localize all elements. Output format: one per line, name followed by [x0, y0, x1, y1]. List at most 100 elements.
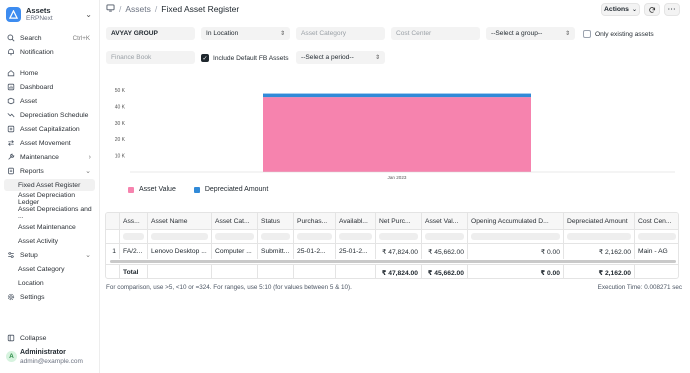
table-row[interactable]: 1 FA/2... Lenovo Desktop ... Computer ... Su…	[106, 244, 678, 259]
bar-asset-value[interactable]	[263, 97, 531, 172]
sidebar-item-label: Setup	[20, 251, 38, 259]
desktop-icon[interactable]	[106, 4, 115, 14]
sidebar-item-reports[interactable]: Reports ⌄	[4, 165, 95, 177]
sidebar-item-asset-movement[interactable]: Asset Movement	[4, 137, 95, 149]
sidebar-item-asset-category[interactable]: Asset Category	[4, 263, 95, 275]
table-cell[interactable]: 25-01-2...	[336, 244, 376, 259]
sidebar-item-asset-activity[interactable]: Asset Activity	[4, 235, 95, 247]
legend-swatch-depreciated-amount	[193, 186, 200, 193]
horizontal-scrollbar[interactable]	[110, 260, 676, 263]
breadcrumb-assets[interactable]: Assets	[125, 4, 151, 14]
column-header[interactable]: Asset Cat...	[212, 213, 258, 229]
y-tick-label: 10 K	[115, 154, 126, 160]
chevron-down-icon: ⌄	[85, 252, 91, 259]
more-options-button[interactable]: ···	[664, 3, 680, 16]
company-field[interactable]: AVYAY GROUP	[106, 27, 195, 40]
filter-input-pill[interactable]	[215, 233, 254, 240]
app-switcher[interactable]: Assets ERPNext ⌄	[6, 5, 94, 25]
sidebar-item-depreciation-schedule[interactable]: Depreciation Schedule	[4, 109, 95, 121]
check-icon: ✓	[201, 54, 209, 62]
sidebar-item-label: Asset Activity	[18, 237, 59, 245]
finance-book-field[interactable]: Finance Book	[106, 51, 195, 64]
filter-input-pill[interactable]	[471, 233, 560, 240]
sidebar-item-dashboard[interactable]: Dashboard	[4, 81, 95, 93]
filter-input-pill[interactable]	[151, 233, 208, 240]
column-filter-input[interactable]	[212, 230, 258, 243]
cost-center-field[interactable]: Cost Center	[391, 27, 480, 40]
table-cell[interactable]: Submitt...	[258, 244, 294, 259]
user-menu[interactable]: A Administrator admin@example.com	[6, 347, 96, 369]
sidebar-item-maintenance[interactable]: Maintenance ›	[4, 151, 95, 163]
sidebar-notification[interactable]: Notification	[4, 46, 95, 58]
column-filter-input[interactable]	[148, 230, 212, 243]
column-header[interactable]: Asset Name	[148, 213, 212, 229]
filter-hint: For comparison, use >5, <10 or =324. For…	[106, 284, 352, 291]
table-cell[interactable]: ₹ 47,824.00	[376, 244, 422, 259]
filter-input-pill[interactable]	[379, 233, 418, 240]
column-header[interactable]: Purchas...	[294, 213, 336, 229]
filter-input-pill[interactable]	[638, 233, 676, 240]
table-cell[interactable]: FA/2...	[120, 244, 148, 259]
user-name: Administrator	[20, 349, 66, 356]
column-filter-input[interactable]	[294, 230, 336, 243]
bar-depreciated-amount[interactable]	[263, 93, 531, 98]
table-cell[interactable]: Main - AG	[635, 244, 678, 259]
y-tick-label: 40 K	[115, 104, 126, 110]
column-filter-input[interactable]	[376, 230, 422, 243]
column-filter-input[interactable]	[468, 230, 564, 243]
include-default-fb-checkbox[interactable]: ✓ Include Default FB Assets	[201, 54, 289, 62]
table-cell[interactable]: Computer ...	[212, 244, 258, 259]
table-filter-row	[106, 230, 678, 244]
sidebar-item-asset-depreciations[interactable]: Asset Depreciations and ...	[4, 206, 95, 220]
sidebar-item-label: Dashboard	[20, 83, 54, 91]
actions-button[interactable]: Actions ⌄	[601, 3, 640, 16]
column-header[interactable]: Depreciated Amount	[564, 213, 635, 229]
column-header[interactable]: Status	[258, 213, 294, 229]
filter-input-pill[interactable]	[339, 233, 372, 240]
group-by-select[interactable]: --Select a group-- ⇕	[486, 27, 575, 40]
column-header[interactable]: Ass...	[120, 213, 148, 229]
column-filter-input[interactable]	[336, 230, 376, 243]
table-cell[interactable]: ₹ 0.00	[468, 244, 564, 259]
table-cell[interactable]: Lenovo Desktop ...	[148, 244, 212, 259]
column-filter-input[interactable]	[564, 230, 635, 243]
sidebar-item-asset-capitalization[interactable]: Asset Capitalization	[4, 123, 95, 135]
refresh-button[interactable]	[644, 3, 660, 16]
row-index: 1	[106, 244, 120, 259]
period-select[interactable]: --Select a period-- ⇕	[296, 51, 385, 64]
column-filter-input[interactable]	[258, 230, 294, 243]
asset-category-field[interactable]: Asset Category	[296, 27, 385, 40]
status-select[interactable]: In Location ⇕	[201, 27, 290, 40]
column-filter-input[interactable]	[635, 230, 678, 243]
sidebar-item-home[interactable]: Home	[4, 67, 95, 79]
column-filter-input[interactable]	[120, 230, 148, 243]
sidebar-item-location[interactable]: Location	[4, 277, 95, 289]
sidebar-search[interactable]: Search Ctrl+K	[4, 32, 95, 44]
column-header[interactable]: Cost Cen...	[635, 213, 678, 229]
sidebar-item-setup[interactable]: Setup ⌄	[4, 249, 95, 261]
sidebar-item-settings[interactable]: Settings	[4, 291, 95, 303]
table-cell[interactable]: ₹ 2,162.00	[564, 244, 635, 259]
filter-input-pill[interactable]	[123, 233, 144, 240]
caret-updown-icon: ⇕	[279, 31, 285, 37]
sidebar-item-asset-maintenance[interactable]: Asset Maintenance	[4, 221, 95, 233]
filter-input-pill[interactable]	[425, 233, 464, 240]
column-header[interactable]: Opening Accumulated D...	[468, 213, 564, 229]
only-existing-assets-checkbox[interactable]: Only existing assets	[583, 30, 654, 38]
sidebar-item-asset-depreciation-ledger[interactable]: Asset Depreciation Ledger	[4, 192, 95, 206]
sidebar-item-asset[interactable]: Asset	[4, 95, 95, 107]
refresh-icon	[649, 6, 656, 13]
collapse-label: Collapse	[20, 334, 47, 342]
filter-input-pill[interactable]	[297, 233, 332, 240]
app-subtitle: ERPNext	[26, 15, 53, 22]
column-filter-input[interactable]	[422, 230, 468, 243]
filter-input-pill[interactable]	[567, 233, 631, 240]
column-header[interactable]: Net Purc...	[376, 213, 422, 229]
sidebar-collapse-button[interactable]: Collapse	[4, 332, 95, 344]
column-header[interactable]: Availabl...	[336, 213, 376, 229]
filter-input-pill[interactable]	[261, 233, 290, 240]
table-cell[interactable]: ₹ 45,662.00	[422, 244, 468, 259]
column-header[interactable]: Asset Val...	[422, 213, 468, 229]
table-cell[interactable]: 25-01-2...	[294, 244, 336, 259]
sidebar-item-fixed-asset-register[interactable]: Fixed Asset Register	[4, 179, 95, 191]
